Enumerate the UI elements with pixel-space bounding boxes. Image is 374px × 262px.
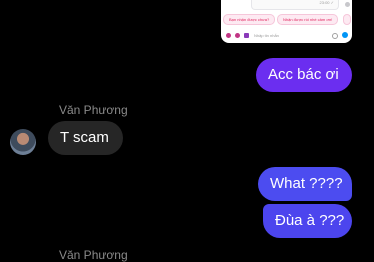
close-icon: [345, 2, 350, 7]
shared-screenshot[interactable]: 23:00 ✓ Bạn nhận được chưa? Nhận được rồ…: [221, 0, 352, 43]
screenshot-time: 23:00 ✓: [319, 0, 334, 5]
sender-name: Văn Phương: [59, 103, 128, 117]
screenshot-input-placeholder: Nhập tin nhắn: [254, 33, 279, 38]
message-bubble-outgoing[interactable]: Đùa à ???: [263, 204, 352, 238]
plus-icon: [235, 33, 240, 38]
sender-name: Văn Phương: [59, 248, 128, 262]
gallery-icon: [244, 33, 249, 38]
quick-reply-chip: Nhận được rồi nhé cảm ơn!: [277, 14, 339, 25]
message-bubble-outgoing[interactable]: Acc bác ơi: [256, 58, 352, 92]
message-bubble-incoming[interactable]: T scam: [48, 121, 123, 155]
avatar[interactable]: [10, 129, 36, 155]
quick-reply-chip: Bạn nhận được chưa?: [223, 14, 276, 25]
camera-icon: [226, 33, 231, 38]
emoji-icon: [332, 33, 338, 39]
message-bubble-outgoing[interactable]: What ????: [258, 167, 352, 201]
screenshot-message-preview: 23:00 ✓: [251, 0, 339, 10]
send-icon: [342, 32, 348, 38]
screenshot-input-bar: Nhập tin nhắn: [224, 31, 349, 40]
quick-reply-chip-more: [343, 14, 351, 25]
